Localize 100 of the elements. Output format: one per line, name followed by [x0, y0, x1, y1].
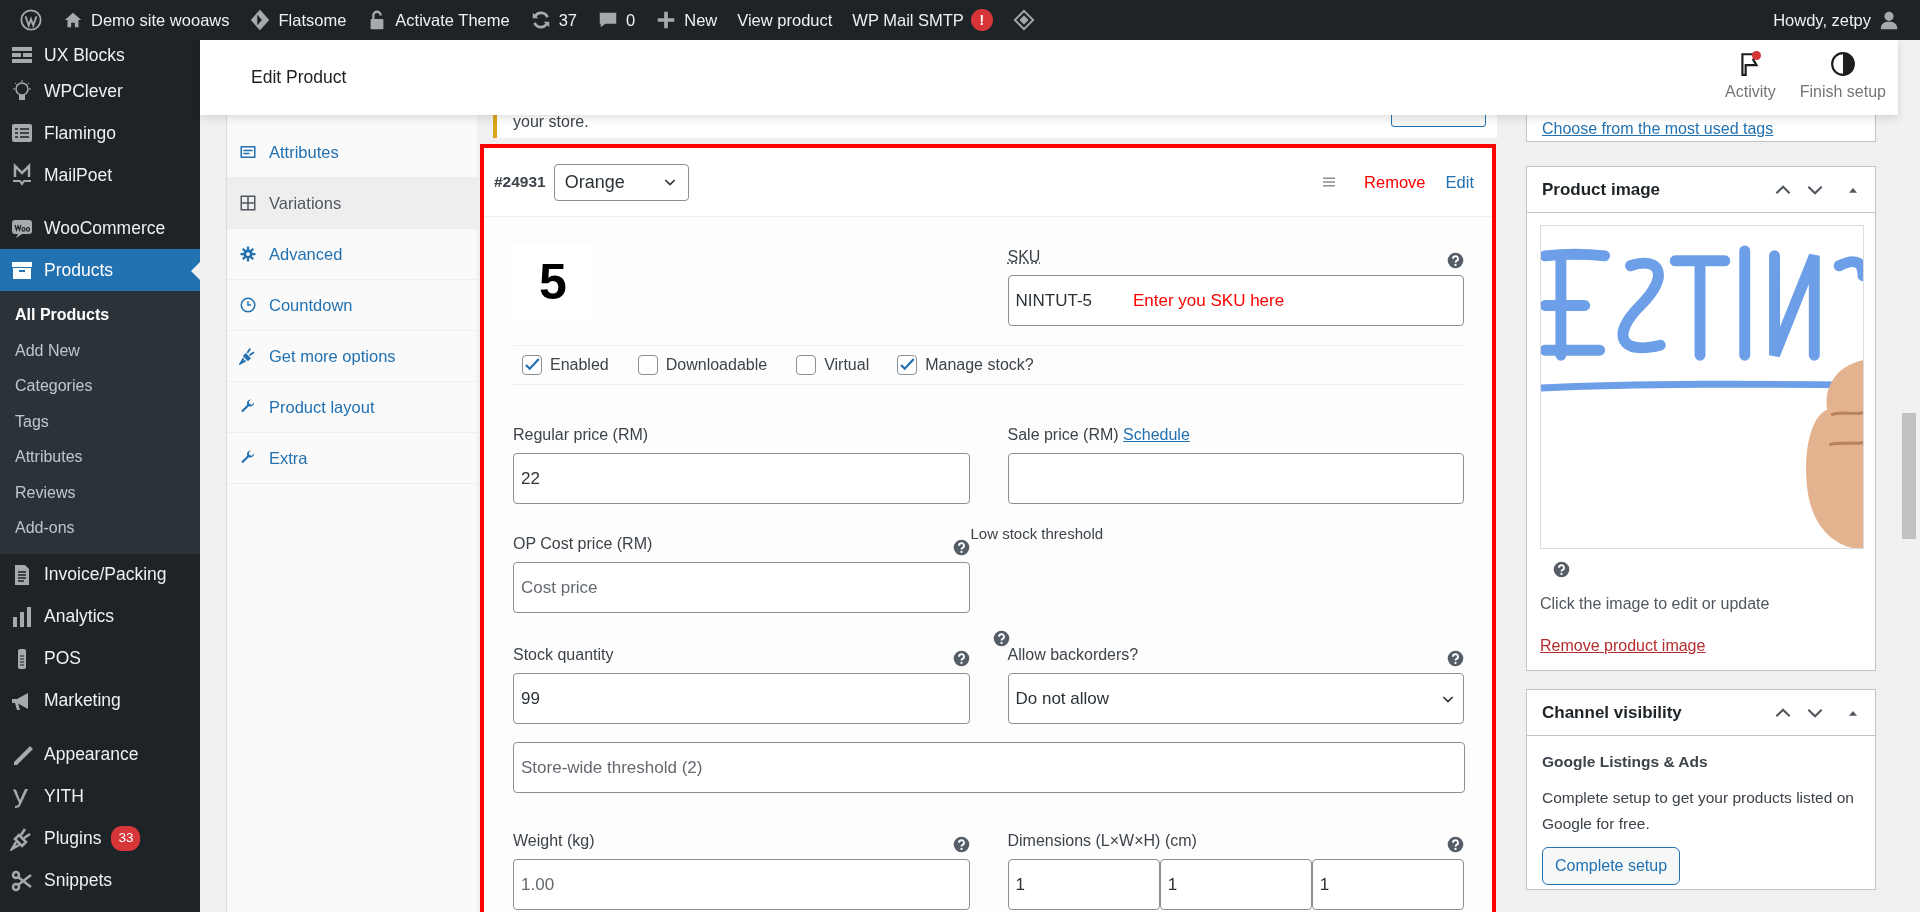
scrollbar-thumb[interactable]	[1902, 413, 1916, 539]
text-input[interactable]: Cost price	[513, 562, 970, 613]
help-icon[interactable]	[952, 836, 970, 853]
plug-icon	[239, 347, 257, 365]
remove-image-link[interactable]: Remove product image	[1540, 634, 1706, 658]
bar-chart-icon	[10, 604, 34, 629]
backorders-select[interactable]: Do not allow	[1007, 673, 1464, 724]
user-avatar-icon[interactable]	[1878, 9, 1900, 31]
header-action-button[interactable]: Activity	[1713, 51, 1788, 104]
text-input[interactable]	[1007, 453, 1464, 504]
help-icon[interactable]	[952, 539, 970, 556]
annotation-text: Enter you SKU here	[1133, 289, 1285, 312]
toolbar-link[interactable]: New	[684, 7, 718, 33]
checkbox[interactable]	[637, 355, 658, 375]
sidebar-item[interactable]: POS	[44, 645, 81, 672]
toolbar-link[interactable]: 37	[558, 7, 578, 33]
notification-badge: !	[970, 9, 993, 31]
gear-icon	[239, 245, 257, 263]
sidebar-item[interactable]: Invoice/Packing	[44, 561, 167, 588]
product-data-tab[interactable]: Attributes	[269, 139, 339, 165]
sidebar-item[interactable]: MailPoet	[44, 161, 113, 189]
help-icon[interactable]	[992, 630, 1010, 647]
grid-icon	[239, 194, 257, 212]
submenu-item[interactable]: Add-ons	[0, 510, 200, 546]
current-menu-pointer	[191, 262, 200, 280]
diamond-icon[interactable]	[1012, 9, 1035, 31]
product-data-tab[interactable]: Variations	[269, 190, 342, 216]
section-heading: Google Listings & Ads	[1542, 752, 1709, 772]
text-input[interactable]: 1	[1159, 859, 1312, 910]
field-label: SKU	[1007, 247, 1041, 267]
submenu-item[interactable]: All Products	[0, 297, 200, 333]
toolbar-link[interactable]: Flatsome	[278, 7, 347, 33]
checkbox[interactable]	[796, 355, 817, 375]
toolbar-link[interactable]: View product	[727, 0, 843, 40]
submenu-item[interactable]: Reviews	[0, 474, 200, 510]
sidebar-item[interactable]: Marketing	[44, 687, 121, 714]
text-input[interactable]: 99	[513, 673, 970, 724]
attribute-select[interactable]: Orange	[553, 163, 689, 201]
help-icon[interactable]	[1447, 252, 1464, 269]
schedule-link[interactable]: Schedule	[1123, 426, 1190, 443]
sidebar-item[interactable]: Flamingo	[44, 119, 116, 147]
chevron-diamond-icon	[249, 9, 272, 31]
text-input[interactable]: 1.00	[513, 859, 970, 910]
field-label: Sale price (RM)	[1007, 426, 1119, 443]
sidebar-item[interactable]: YITH	[44, 783, 84, 810]
product-data-tab[interactable]: Countdown	[269, 292, 353, 318]
product-data-tab[interactable]: Advanced	[269, 241, 343, 267]
field-label: Allow backorders?	[1007, 645, 1139, 665]
text-input[interactable]: Store-wide threshold (2)	[513, 742, 1465, 793]
page-title: Edit Product	[251, 66, 347, 90]
text-input[interactable]: 1	[1007, 859, 1160, 910]
submenu-item[interactable]: Categories	[0, 368, 200, 404]
scissors-icon	[10, 868, 34, 893]
field-label: Weight (kg)	[513, 831, 595, 851]
form-icon	[10, 121, 34, 145]
sidebar-item[interactable]: Analytics	[44, 603, 115, 630]
edit-link[interactable]: Edit	[1445, 169, 1474, 195]
field-label: Regular price (RM)	[513, 425, 649, 445]
description-text: Complete setup to get your products listed on Google for free.	[1542, 788, 1855, 835]
checkbox[interactable]	[897, 355, 918, 375]
help-icon[interactable]	[1447, 650, 1464, 667]
field-label: OP Cost price (RM)	[513, 534, 653, 554]
submenu-item[interactable]: Attributes	[0, 439, 200, 475]
product-data-tab[interactable]: Extra	[269, 445, 308, 471]
half-circle-icon	[1829, 51, 1856, 77]
checkbox[interactable]	[522, 355, 542, 375]
toolbar-link[interactable]: Demo site wooaws	[91, 7, 230, 33]
product-data-tab[interactable]: Product layout	[269, 394, 375, 420]
help-icon[interactable]	[952, 650, 970, 667]
remove-link[interactable]: Remove	[1364, 169, 1426, 195]
toolbar-link[interactable]: WP Mail SMTP	[852, 7, 964, 33]
clock-icon	[239, 296, 257, 314]
header-action-button[interactable]: Finish setup	[1787, 51, 1898, 104]
sidebar-item[interactable]: UX Blocks	[44, 41, 125, 69]
sidebar-item[interactable]: WPClever	[44, 77, 123, 105]
sidebar-item[interactable]: Snippets	[44, 867, 113, 894]
product-data-tab[interactable]: Get more options	[269, 343, 396, 369]
help-icon[interactable]	[1447, 836, 1464, 853]
checkbox-label: Enabled	[550, 355, 609, 375]
sidebar-item[interactable]: Appearance	[44, 741, 139, 768]
help-icon[interactable]	[1553, 561, 1570, 578]
field-label: Dimensions (L×W×H) (cm)	[1007, 831, 1197, 851]
toolbar-link[interactable]: Activate Theme	[395, 7, 510, 33]
text-input[interactable]: 22	[513, 453, 970, 504]
variation-id: #24931	[494, 172, 546, 193]
list-card-icon	[239, 143, 257, 161]
complete-setup-button[interactable]: Complete setup	[1542, 847, 1681, 886]
checkbox-label: Virtual	[824, 355, 870, 375]
wordpress-logo-icon[interactable]	[20, 9, 42, 31]
checkbox-label: Manage stock?	[925, 355, 1034, 375]
sidebar-item[interactable]: Plugins	[44, 825, 102, 852]
text-input[interactable]: 1	[1311, 859, 1464, 910]
submenu-item[interactable]: Tags	[0, 403, 200, 439]
lightbulb-icon	[10, 79, 34, 103]
toolbar-link[interactable]: 0	[626, 7, 636, 33]
sidebar-item[interactable]: WooCommerce	[44, 214, 166, 242]
submenu-item[interactable]: Add New	[0, 332, 200, 368]
image-hint-text: Click the image to edit or update	[1540, 594, 1771, 614]
account-greeting[interactable]: Howdy, zetpy	[1773, 7, 1871, 33]
sku-input[interactable]: NINTUT-5 Enter you SKU here	[1007, 275, 1464, 326]
